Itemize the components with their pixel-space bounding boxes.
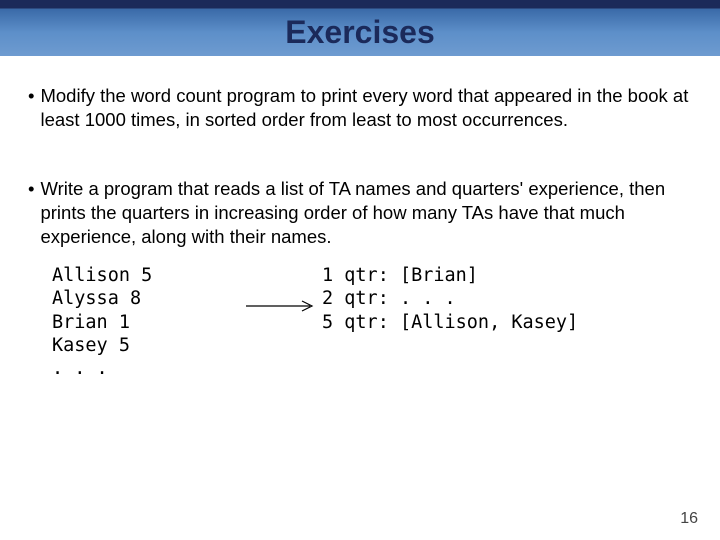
top-strip xyxy=(0,0,720,8)
bullet-item: • Write a program that reads a list of T… xyxy=(24,177,696,248)
bullet-dot: • xyxy=(24,84,40,131)
content-area: • Modify the word count program to print… xyxy=(0,56,720,380)
arrow-container xyxy=(252,264,322,380)
bullet-item: • Modify the word count program to print… xyxy=(24,84,696,131)
example-input: Allison 5 Alyssa 8 Brian 1 Kasey 5 . . . xyxy=(52,264,252,380)
bullet-dot: • xyxy=(24,177,40,248)
bullet-text: Write a program that reads a list of TA … xyxy=(40,177,696,248)
arrow-icon xyxy=(244,298,322,314)
slide-title: Exercises xyxy=(285,14,434,51)
bullet-text: Modify the word count program to print e… xyxy=(40,84,696,131)
example-columns: Allison 5 Alyssa 8 Brian 1 Kasey 5 . . .… xyxy=(24,264,696,380)
example-output: 1 qtr: [Brian] 2 qtr: . . . 5 qtr: [Alli… xyxy=(322,264,696,380)
page-number: 16 xyxy=(680,510,698,528)
title-bar: Exercises xyxy=(0,8,720,56)
